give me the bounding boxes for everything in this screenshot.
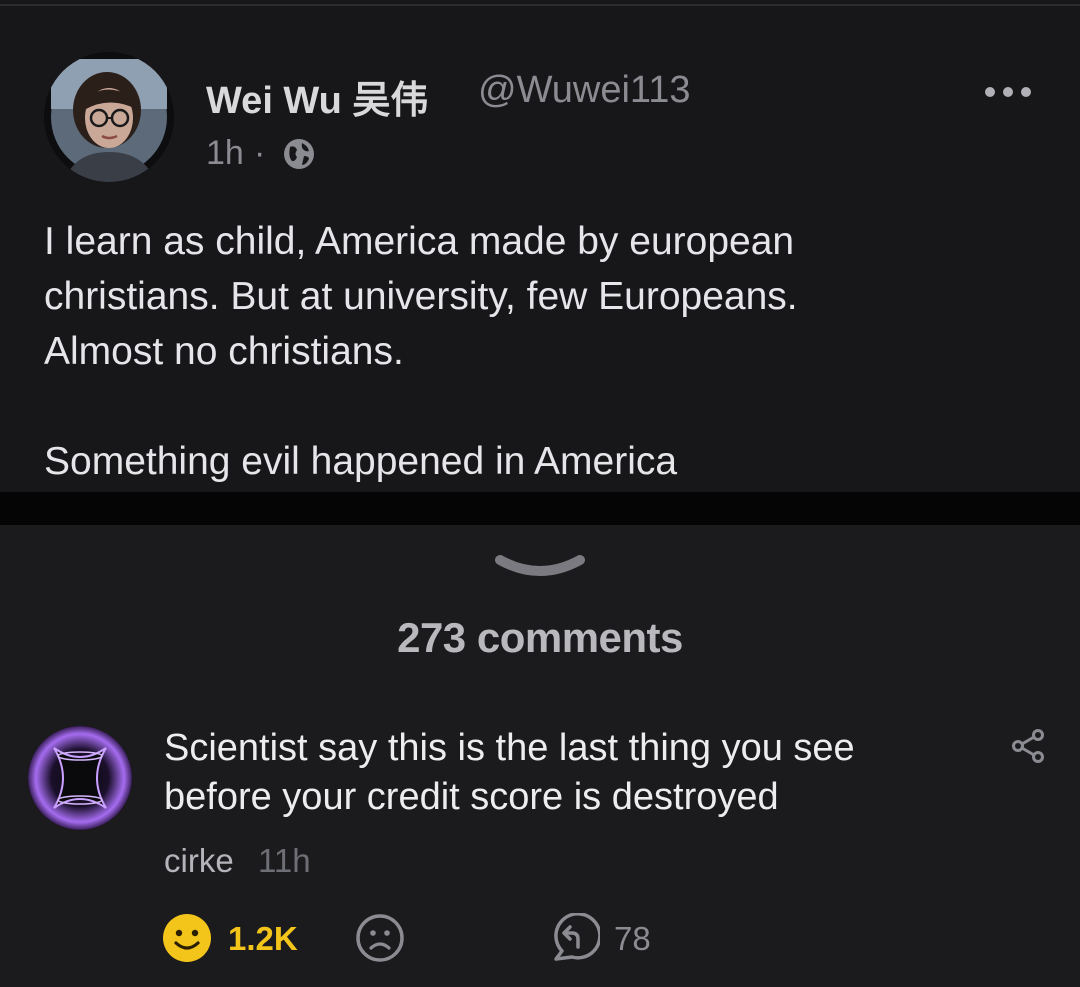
more-icon[interactable] [984, 84, 1032, 100]
tweet-line: christians. But at university, few Europ… [44, 275, 798, 318]
comment-line: before your credit score is destroyed [164, 776, 779, 818]
comments-count: 273 comments [397, 614, 683, 661]
tweet-timestamp: 1h [206, 134, 244, 172]
tweet-body: I learn as child, America made by europe… [44, 214, 1024, 489]
reply-count: 78 [614, 920, 651, 957]
like-count: 1.2K [228, 920, 298, 957]
tweet-line: Almost no christians. [44, 330, 404, 373]
globe-icon [284, 139, 314, 169]
tweet-line: Something evil happened in America [44, 440, 678, 483]
tweet-author-avatar[interactable] [44, 52, 174, 182]
comment-timestamp: 11h [258, 842, 311, 879]
comment-body: Scientist say this is the last thing you… [164, 724, 964, 822]
image-bottom-border [0, 492, 1080, 525]
page: Wei Wu 吴伟 @Wuwei113 1h · I learn as chil… [0, 0, 1080, 987]
share-icon[interactable] [1010, 728, 1046, 764]
tweet-card: Wei Wu 吴伟 @Wuwei113 1h · I learn as chil… [0, 0, 1080, 492]
meta-separator: · [254, 134, 266, 172]
tweet-line: I learn as child, America made by europe… [44, 220, 795, 263]
frown-icon[interactable] [355, 913, 405, 963]
chevron-down-icon[interactable] [494, 552, 586, 582]
reply-icon[interactable] [548, 913, 600, 963]
comment-line: Scientist say this is the last thing you… [164, 727, 855, 769]
comment-author[interactable]: cirke [164, 842, 234, 880]
tweet-author-handle[interactable]: @Wuwei113 [478, 69, 691, 112]
tweet-author-name[interactable]: Wei Wu 吴伟 [206, 69, 428, 124]
top-divider [0, 4, 1080, 6]
commenter-avatar[interactable] [28, 726, 132, 830]
smile-icon[interactable] [162, 913, 212, 963]
